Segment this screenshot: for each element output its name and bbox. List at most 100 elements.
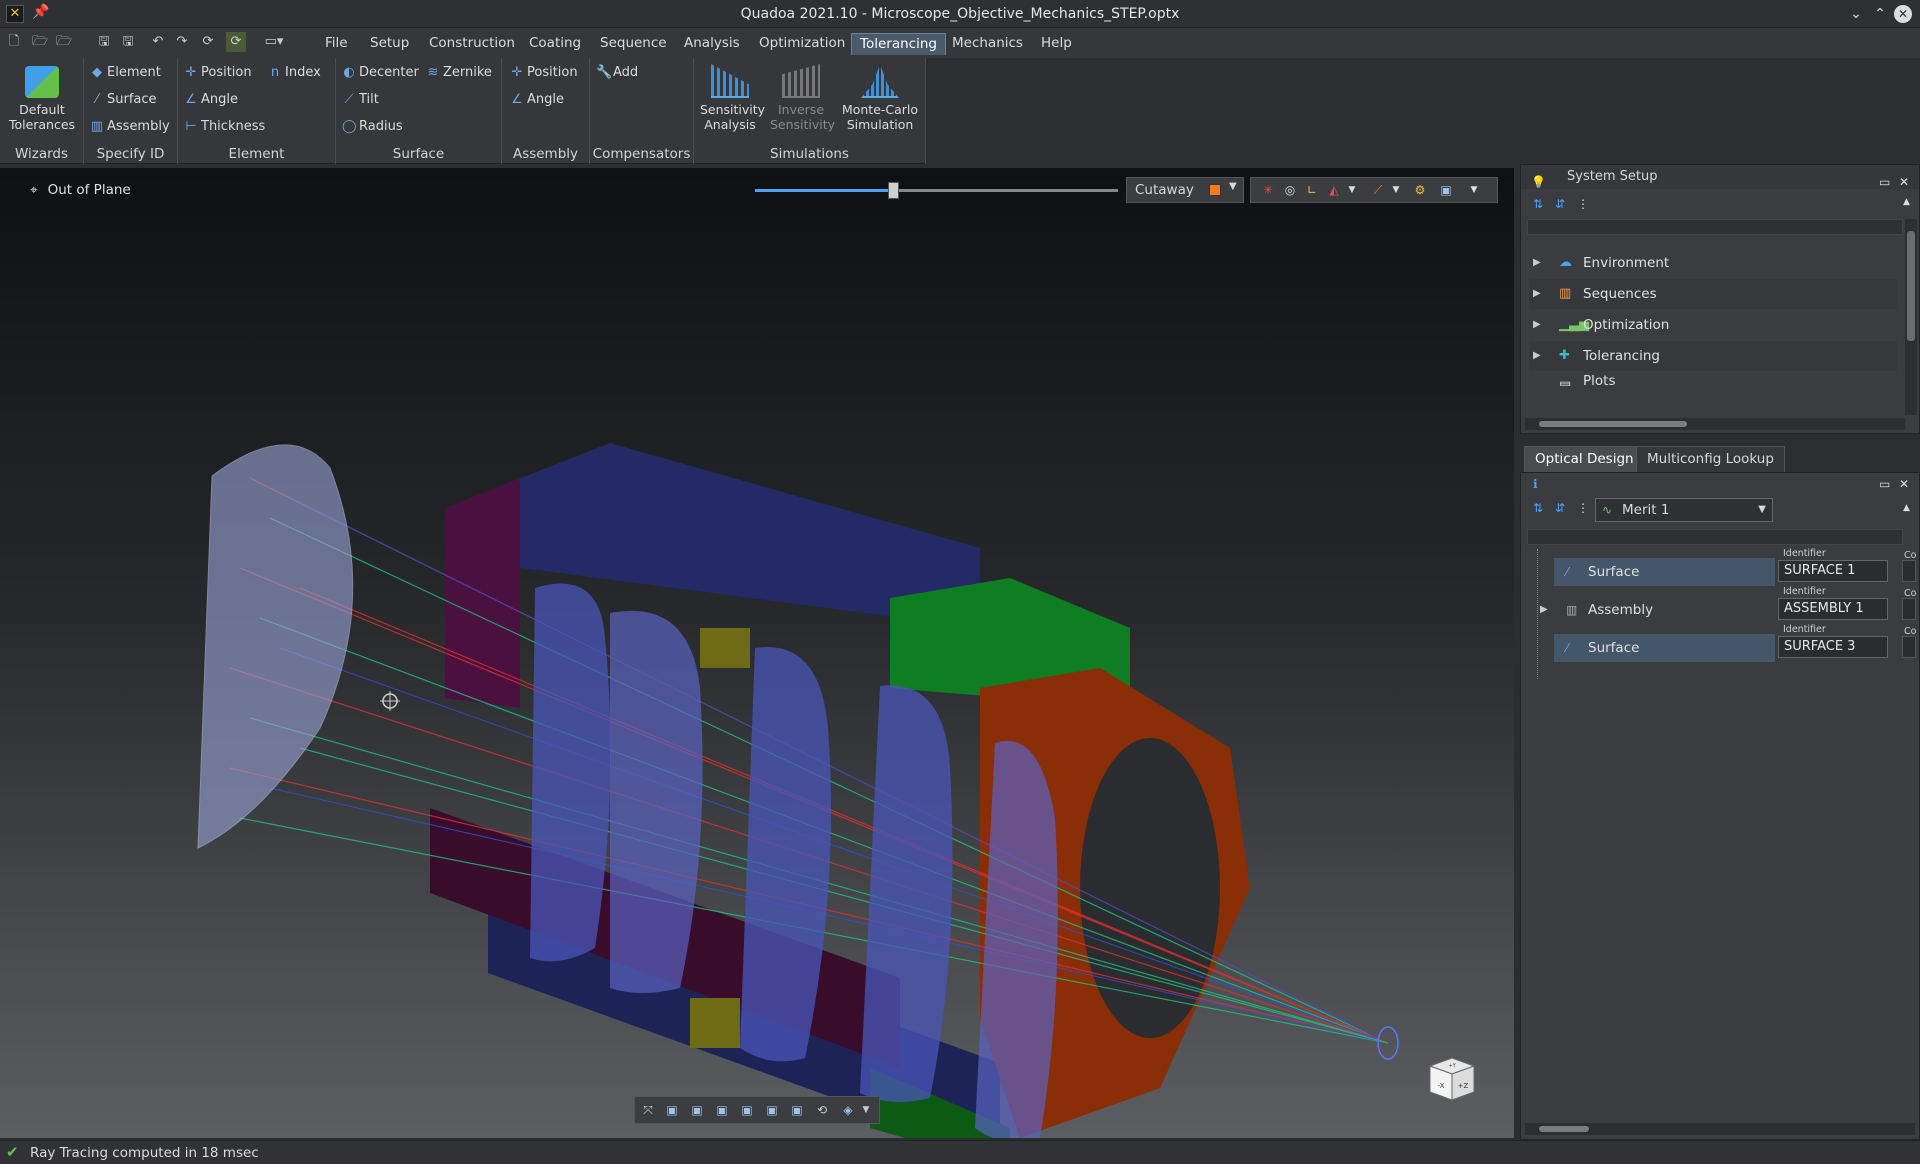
specify-assembly-button[interactable]: ▥ Assembly [90, 119, 170, 134]
hscroll-thumb[interactable] [1539, 1126, 1589, 1132]
view-mode-label[interactable]: ⌖ Out of Plane [30, 182, 131, 198]
new-file-icon[interactable]: 🗋 [4, 32, 24, 52]
view-left-icon[interactable]: ▣ [713, 1101, 731, 1119]
window-layout-icon[interactable]: ▭▾ [254, 32, 294, 52]
assembly-angle-button[interactable]: ∠ Angle [510, 92, 564, 107]
expand-all-icon[interactable]: ⇅ [1533, 501, 1543, 515]
tab-multiconfig-lookup[interactable]: Multiconfig Lookup [1636, 446, 1785, 472]
auto-update-icon[interactable]: ⟳ [226, 32, 246, 52]
optical-system-3d-view[interactable] [0, 168, 1514, 1138]
tab-optical-design[interactable]: Optical Design [1524, 446, 1645, 472]
more-options-icon[interactable]: ⋮ [1577, 501, 1589, 515]
view-right-icon[interactable]: ▣ [738, 1101, 756, 1119]
scroll-up-icon[interactable]: ▲ [1903, 503, 1910, 513]
3d-viewport[interactable]: ⌖ Out of Plane Cutaway ▼ ✳ ◎ ∟ ◭ ▼ ⟋ ▼ ⚙ … [0, 168, 1514, 1138]
surface-decenter-button[interactable]: ◐ Decenter [342, 65, 419, 80]
menu-setup[interactable]: Setup [362, 33, 417, 55]
merit-function-dropdown[interactable]: ∿ Merit 1 ▼ [1595, 498, 1773, 522]
more-options-icon[interactable]: ⋮ [1577, 197, 1589, 211]
open-file-icon[interactable]: 🗁 [30, 32, 50, 52]
menu-analysis[interactable]: Analysis [676, 33, 748, 55]
maximize-button[interactable]: ⌃ [1870, 4, 1890, 24]
expand-arrow-icon[interactable]: ▶ [1533, 310, 1541, 340]
specify-element-button[interactable]: ◆ Element [90, 65, 161, 80]
vscroll-thumb[interactable] [1907, 231, 1915, 341]
close-button[interactable]: ✕ [1894, 5, 1912, 23]
system-setup-vscroll[interactable] [1905, 219, 1917, 415]
menu-help[interactable]: Help [1033, 33, 1080, 55]
close-panel-icon[interactable]: ✕ [1899, 477, 1909, 491]
optical-design-hscroll[interactable] [1525, 1123, 1915, 1135]
line-style-icon[interactable]: ⟋ [1369, 181, 1387, 199]
tree-item-optimization[interactable]: ▶ ▁▃▅ Optimization [1529, 310, 1897, 340]
sensitivity-analysis-button[interactable]: Sensitivity Analysis [700, 64, 765, 132]
axes-icon[interactable]: ∟ [1303, 181, 1321, 199]
menu-optimization[interactable]: Optimization [751, 33, 853, 55]
view-front-icon[interactable]: ▣ [663, 1101, 681, 1119]
scroll-up-icon[interactable]: ▲ [1903, 197, 1910, 207]
navigation-cube[interactable]: +Y -X +Z [1424, 1048, 1480, 1104]
element-position-button[interactable]: ✛ Position [184, 65, 252, 80]
od-row-surface-3[interactable]: ⁄ Surface [1554, 634, 1775, 662]
save-as-icon[interactable]: 🖫 [118, 32, 138, 52]
open-recent-icon[interactable]: 🗁 [54, 32, 74, 52]
collapse-all-icon[interactable]: ⇵ [1555, 501, 1565, 515]
color-mode-dropdown-icon[interactable]: ▼ [1343, 181, 1361, 199]
identifier-field[interactable]: ASSEMBLY 1 [1778, 598, 1888, 620]
color-mode-icon[interactable]: ◭ [1325, 181, 1343, 199]
identifier-field[interactable]: SURFACE 3 [1778, 636, 1888, 658]
expand-arrow-icon[interactable]: ▶ [1533, 341, 1541, 371]
save-icon[interactable]: 🖫 [94, 32, 114, 52]
tree-item-plots[interactable]: ▤Plots [1529, 372, 1897, 386]
menu-coating[interactable]: Coating [521, 33, 589, 55]
specify-surface-button[interactable]: ⁄ Surface [90, 92, 157, 107]
projection-dropdown-icon[interactable]: ▼ [857, 1101, 875, 1119]
element-angle-button[interactable]: ∠ Angle [184, 92, 238, 107]
collapse-all-icon[interactable]: ⇵ [1555, 197, 1565, 211]
identifier-field[interactable]: SURFACE 1 [1778, 560, 1888, 582]
surface-zernike-button[interactable]: ≋ Zernike [426, 65, 492, 80]
system-setup-hscroll[interactable] [1525, 418, 1905, 430]
menu-sequence[interactable]: Sequence [592, 33, 675, 55]
float-panel-icon[interactable]: ▭ [1879, 477, 1890, 491]
cutaway-slider[interactable] [755, 182, 1118, 199]
rays-icon[interactable]: ✳ [1259, 181, 1277, 199]
tree-item-environment[interactable]: ▶ ☁ Environment [1529, 248, 1897, 278]
element-thickness-button[interactable]: ⊢ Thickness [184, 119, 265, 134]
default-tolerances-button[interactable]: Default Tolerances [4, 66, 80, 132]
surface-tilt-button[interactable]: ⟋ Tilt [342, 92, 378, 107]
render-mode-icon[interactable]: ▣ [1437, 181, 1455, 199]
line-style-dropdown-icon[interactable]: ▼ [1387, 181, 1405, 199]
menu-tolerancing[interactable]: Tolerancing [851, 33, 946, 55]
redo-icon[interactable]: ↷ [172, 32, 192, 52]
co-field[interactable] [1902, 598, 1916, 620]
float-panel-icon[interactable]: ▭ [1879, 170, 1890, 194]
tree-item-tolerancing[interactable]: ▶ ✚ Tolerancing [1529, 341, 1897, 371]
assembly-position-button[interactable]: ✛ Position [510, 65, 578, 80]
settings-gear-icon[interactable]: ⚙ [1411, 181, 1429, 199]
cutaway-dropdown[interactable]: Cutaway ▼ [1126, 177, 1244, 203]
inverse-sensitivity-button[interactable]: Inverse Sensitivity [770, 64, 835, 132]
expand-arrow-icon[interactable]: ▶ [1533, 248, 1541, 278]
refresh-icon[interactable]: ⟳ [198, 32, 218, 52]
od-row-assembly-1[interactable]: ▶ ▥ Assembly [1540, 596, 1775, 624]
expand-all-icon[interactable]: ⇅ [1533, 197, 1543, 211]
surface-radius-button[interactable]: ◯ Radius [342, 119, 403, 134]
fit-view-icon[interactable]: ⤧ [639, 1101, 657, 1119]
expand-arrow-icon[interactable]: ▶ [1533, 279, 1541, 309]
view-top-icon[interactable]: ▣ [763, 1101, 781, 1119]
close-panel-icon[interactable]: ✕ [1899, 170, 1909, 194]
compensator-add-button[interactable]: 🔧Add [596, 65, 638, 80]
view-back-icon[interactable]: ▣ [688, 1101, 706, 1119]
hscroll-thumb[interactable] [1539, 421, 1687, 427]
pivot-crosshair-icon[interactable] [380, 691, 400, 711]
menu-mechanics[interactable]: Mechanics [944, 33, 1031, 55]
menu-construction[interactable]: Construction [421, 33, 523, 55]
undo-icon[interactable]: ↶ [148, 32, 168, 52]
co-field[interactable] [1902, 636, 1916, 658]
render-mode-dropdown-icon[interactable]: ▼ [1465, 181, 1483, 199]
menu-file[interactable]: File [317, 33, 356, 55]
aperture-icon[interactable]: ◎ [1281, 181, 1299, 199]
cutaway-slider-handle[interactable] [887, 182, 899, 199]
element-index-button[interactable]: n Index [268, 65, 321, 80]
